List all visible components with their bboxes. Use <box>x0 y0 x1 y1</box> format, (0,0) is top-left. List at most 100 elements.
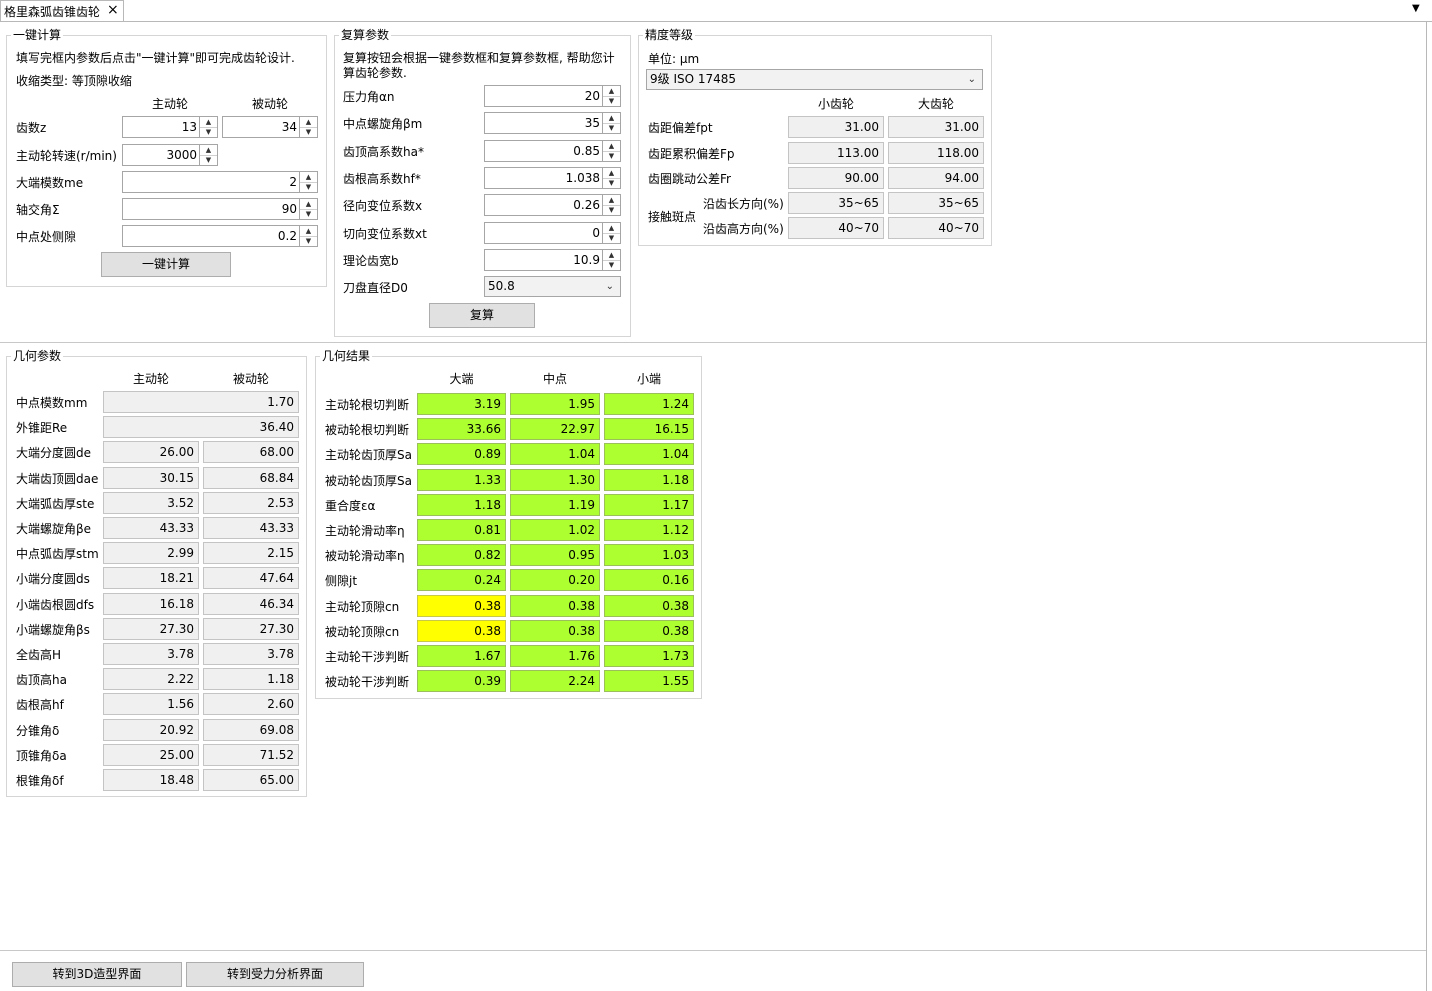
accuracy-large-value: 94.00 <box>888 167 984 189</box>
chevron-down-icon[interactable]: ▼ <box>1412 3 1420 14</box>
section-divider-top <box>0 342 1426 343</box>
geometry-label: 大端齿顶圆dae <box>16 471 99 486</box>
result-mid-value: 2.24 <box>510 670 600 693</box>
spin-down-icon[interactable]: ▼ <box>603 123 620 133</box>
goto-force-analysis-button[interactable]: 转到受力分析界面 <box>186 962 364 987</box>
result-big-end-value: 1.18 <box>417 493 506 516</box>
geometry-label: 小端分度圆ds <box>16 572 90 587</box>
shaft-angle-spinner[interactable]: 90 ▲ ▼ <box>122 198 318 220</box>
accuracy-grade-select[interactable]: 9级 ISO 17485 ⌄ <box>646 69 983 90</box>
geometry-driven-value: 47.64 <box>203 567 299 590</box>
quick-calc-hint: 填写完框内参数后点击"一键计算"即可完成齿轮设计. <box>16 51 295 65</box>
geometry-driven-value: 65.00 <box>203 769 299 791</box>
geometry-label: 中点模数mm <box>16 396 88 410</box>
recheck-hint-line2: 算齿轮参数. <box>343 66 407 80</box>
chevron-down-icon: ⌄ <box>967 74 976 85</box>
goto-3d-button[interactable]: 转到3D造型界面 <box>12 962 182 987</box>
result-label: 被动轮顶隙cn <box>325 624 400 639</box>
result-big-end-value: 3.19 <box>417 393 506 415</box>
spin-down-icon[interactable]: ▼ <box>603 96 620 106</box>
module-spinner[interactable]: 2 ▲ ▼ <box>122 171 318 193</box>
spin-down-icon[interactable]: ▼ <box>200 155 217 165</box>
result-big-end-value: 0.89 <box>417 443 506 466</box>
chevron-down-icon: ⌄ <box>605 281 614 292</box>
result-small-end-value: 1.24 <box>604 393 694 415</box>
recheck-spinner[interactable]: 35 ▲ ▼ <box>484 112 621 135</box>
result-big-end-value: 1.33 <box>417 468 506 491</box>
spin-down-icon[interactable]: ▼ <box>603 260 620 270</box>
quick-calc-button[interactable]: 一键计算 <box>101 252 231 277</box>
cutter-diameter-select[interactable]: 50.8 ⌄ <box>484 276 621 297</box>
geometry-driven-value: 1.18 <box>203 668 299 691</box>
result-small-end-value: 1.04 <box>604 443 694 466</box>
col-small-end-header: 小端 <box>636 372 661 386</box>
spin-down-icon[interactable]: ▼ <box>300 209 317 219</box>
geometry-driven-value: 43.33 <box>203 517 299 539</box>
result-mid-value: 22.97 <box>510 418 600 441</box>
cutter-label: 刀盘直径D0 <box>343 281 408 295</box>
contact-small-value: 35~65 <box>788 192 884 214</box>
spin-down-icon[interactable]: ▼ <box>603 233 620 243</box>
geometry-driven-value: 46.34 <box>203 592 299 615</box>
backlash-spinner[interactable]: 0.2 ▲ ▼ <box>122 225 318 247</box>
col-big-end-header: 大端 <box>449 372 474 386</box>
result-label: 重合度εα <box>325 498 376 513</box>
geometry-driven-value: 68.84 <box>203 466 299 489</box>
spin-down-icon[interactable]: ▼ <box>603 205 620 215</box>
close-icon[interactable]: × <box>107 2 119 18</box>
module-label: 大端模数me <box>16 176 84 190</box>
recheck-button[interactable]: 复算 <box>429 303 535 328</box>
result-label: 主动轮齿顶厚Sa <box>325 448 412 463</box>
contact-direction-label: 沿齿高方向(%) <box>703 222 784 236</box>
geometry-drive-value: 16.18 <box>103 592 199 615</box>
spin-down-icon[interactable]: ▼ <box>603 178 620 188</box>
geometry-driven-value: 27.30 <box>203 617 299 640</box>
tab-gleason-bevel-gear[interactable]: 格里森弧齿锥齿轮 × <box>0 0 124 21</box>
col-mid-header: 中点 <box>542 372 567 386</box>
geometry-driven-value: 68.00 <box>203 441 299 464</box>
geometry-title: 几何参数 <box>11 347 64 364</box>
teeth-drive-spinner[interactable]: 13 ▲ ▼ <box>122 116 218 138</box>
recheck-spinner[interactable]: 0 ▲ ▼ <box>484 221 621 244</box>
spin-down-icon[interactable]: ▼ <box>603 151 620 161</box>
accuracy-small-value: 113.00 <box>788 141 884 164</box>
result-small-end-value: 1.17 <box>604 493 694 516</box>
result-label: 主动轮根切判断 <box>325 398 410 412</box>
recheck-spinner[interactable]: 0.85 ▲ ▼ <box>484 139 621 162</box>
tab-strip <box>0 0 1432 22</box>
recheck-spinner[interactable]: 10.9 ▲ ▼ <box>484 248 621 271</box>
geometry-drive-value: 30.15 <box>103 466 199 489</box>
geometry-shared-value: 36.40 <box>103 416 299 439</box>
result-big-end-value: 33.66 <box>417 418 506 441</box>
recheck-spinner[interactable]: 0.26 ▲ ▼ <box>484 194 621 217</box>
cutter-value: 50.8 <box>488 279 515 293</box>
geometry-label: 顶锥角δa <box>16 748 67 763</box>
shaft-angle-label: 轴交角Σ <box>16 203 60 217</box>
spin-down-icon[interactable]: ▼ <box>300 236 317 246</box>
spin-down-icon[interactable]: ▼ <box>200 127 217 137</box>
geometry-label: 大端螺旋角βe <box>16 522 92 536</box>
accuracy-small-value: 31.00 <box>788 116 884 138</box>
geometry-label: 外锥距Re <box>16 421 68 436</box>
contact-direction-label: 沿齿长方向(%) <box>703 197 784 211</box>
recheck-spinner[interactable]: 20 ▲ ▼ <box>484 85 621 107</box>
result-mid-value: 0.95 <box>510 544 600 567</box>
spin-down-icon[interactable]: ▼ <box>300 182 317 192</box>
geometry-drive-value: 1.56 <box>103 693 199 716</box>
contact-small-value: 40~70 <box>788 217 884 239</box>
geometry-drive-value: 18.21 <box>103 567 199 590</box>
recheck-spinner[interactable]: 1.038 ▲ ▼ <box>484 166 621 189</box>
result-mid-value: 1.02 <box>510 519 600 541</box>
speed-spinner[interactable]: 3000 ▲ ▼ <box>122 144 218 166</box>
recheck-label: 压力角αn <box>343 90 395 104</box>
results-title: 几何结果 <box>320 347 373 364</box>
speed-label: 主动轮转速(r/min) <box>16 149 117 163</box>
teeth-driven-spinner[interactable]: 34 ▲ ▼ <box>222 116 318 138</box>
geometry-label: 小端齿根圆dfs <box>16 597 95 612</box>
quick-calc-title: 一键计算 <box>11 26 64 43</box>
recheck-spinner-value: 1.038 <box>565 170 600 185</box>
result-mid-value: 0.38 <box>510 619 600 642</box>
col-driven-header: 被动轮 <box>251 97 288 111</box>
col-drive-header: 主动轮 <box>151 97 188 111</box>
spin-down-icon[interactable]: ▼ <box>300 127 317 137</box>
